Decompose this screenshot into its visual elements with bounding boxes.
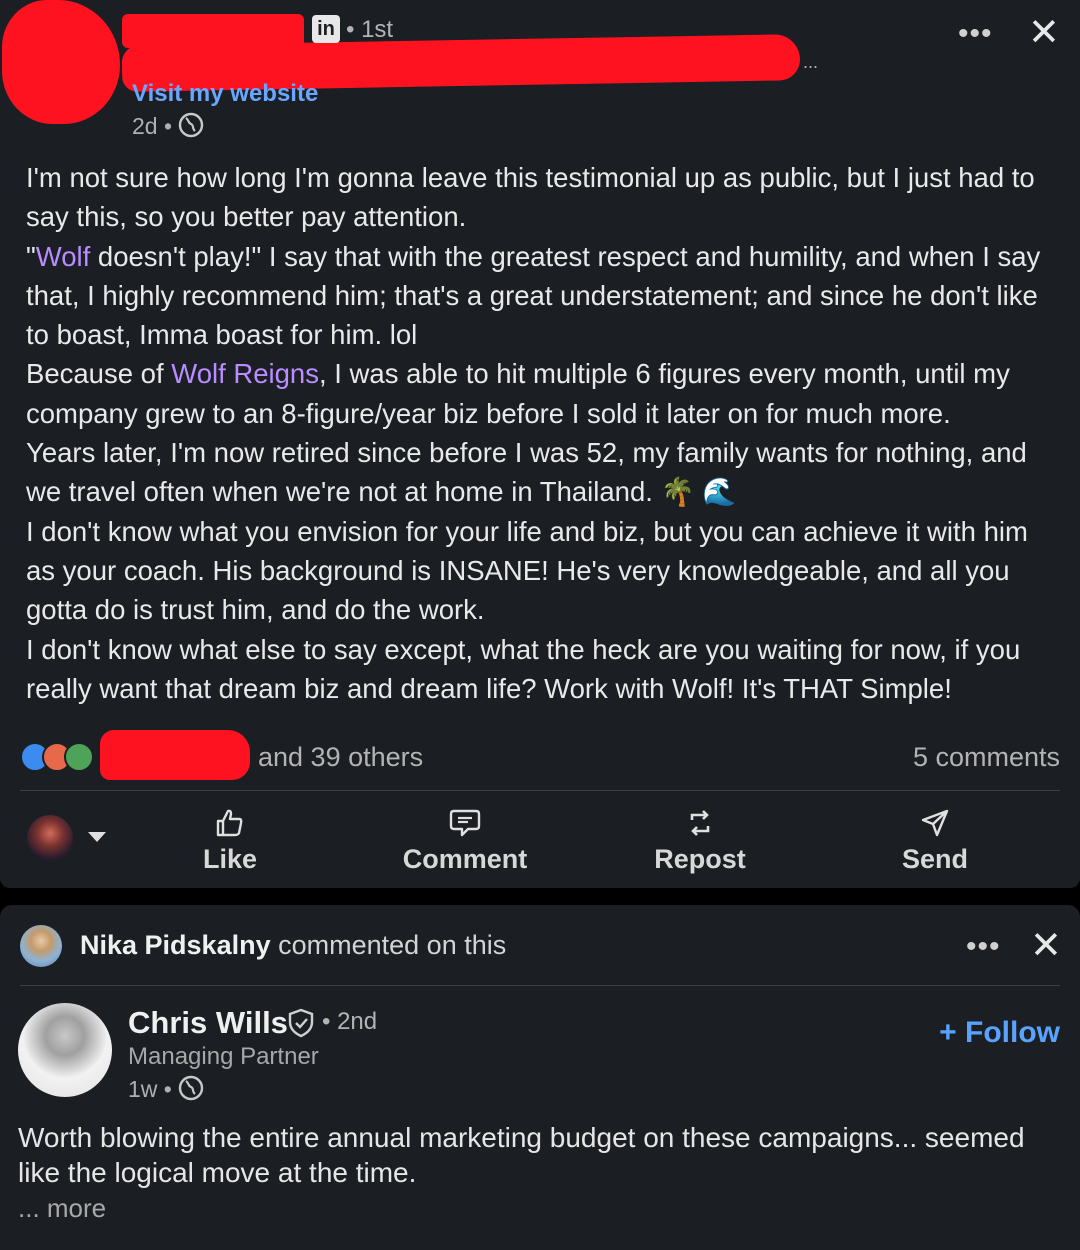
visit-website-link[interactable]: Visit my website — [132, 80, 318, 108]
comment-time: 1w • — [128, 1076, 172, 1103]
post-paragraph: Because of Wolf Reigns, I was able to hi… — [26, 358, 1010, 429]
comment-body: Worth blowing the entire annual marketin… — [18, 1122, 1025, 1188]
like-icon — [150, 806, 310, 840]
globe-icon — [178, 1075, 204, 1107]
divider — [20, 985, 1060, 986]
headline-truncation: ... — [803, 52, 819, 72]
divider — [20, 790, 1060, 791]
more-options-button[interactable]: ••• — [958, 19, 993, 49]
comment-icon — [385, 806, 545, 840]
redacted-reactor-name — [100, 730, 250, 780]
post-paragraph: I'm not sure how long I'm gonna leave th… — [26, 162, 1035, 233]
activity-header: Nika Pidskalny commented on this — [80, 930, 506, 961]
like-button[interactable]: Like — [150, 806, 310, 875]
comment-count[interactable]: 5 comments — [913, 742, 1060, 773]
send-label: Send — [901, 844, 968, 874]
actor-avatar[interactable] — [27, 815, 73, 861]
linkedin-icon: in — [312, 15, 340, 43]
connection-degree: • 2nd — [322, 1008, 378, 1035]
like-label: Like — [202, 844, 258, 874]
post-time: 2d • — [132, 113, 173, 140]
send-icon — [855, 806, 1015, 840]
chevron-down-icon[interactable] — [88, 832, 106, 842]
more-options-button[interactable]: ••• — [966, 932, 1001, 962]
follow-button[interactable]: + Follow — [939, 1016, 1060, 1050]
send-button[interactable]: Send — [855, 806, 1015, 875]
comment-button[interactable]: Comment — [385, 806, 545, 875]
close-button[interactable]: ✕ — [1030, 927, 1062, 965]
author-title: Managing Partner — [128, 1043, 319, 1070]
commenter-name[interactable]: Nika Pidskalny — [80, 930, 271, 960]
verified-icon — [286, 1008, 316, 1043]
post-paragraph: "Wolf doesn't play!" I say that with the… — [26, 240, 1041, 351]
connection-degree: • 1st — [346, 16, 394, 43]
mention-link[interactable]: Wolf Reigns — [171, 358, 319, 389]
post-body: I'm not sure how long I'm gonna leave th… — [26, 158, 1061, 708]
post-timestamp: 2d • — [132, 112, 204, 144]
activity-text: commented on this — [270, 930, 507, 960]
mention-link[interactable]: Wolf — [36, 241, 91, 272]
see-more-link[interactable]: ... more — [18, 1193, 106, 1224]
repost-label: Repost — [654, 844, 746, 874]
redacted-avatar — [2, 0, 120, 124]
author-name[interactable]: Chris Wills — [128, 1005, 288, 1041]
globe-icon — [178, 112, 204, 144]
author-avatar[interactable] — [18, 1003, 112, 1097]
post-card: in • 1st ... ••• ✕ Visit my website 2d •… — [0, 0, 1080, 888]
repost-button[interactable]: Repost — [620, 806, 780, 875]
comment-timestamp: 1w • — [128, 1075, 204, 1107]
post-paragraph: Years later, I'm now retired since befor… — [26, 437, 1027, 508]
post-paragraph: I don't know what else to say except, wh… — [26, 633, 1021, 704]
commenter-avatar[interactable] — [20, 925, 62, 967]
celebrate-reaction-icon — [64, 742, 94, 772]
close-button[interactable]: ✕ — [1028, 14, 1060, 52]
comment-label: Comment — [402, 844, 528, 874]
post-paragraph: I don't know what you envision for your … — [26, 515, 1028, 626]
repost-icon — [620, 806, 780, 840]
reaction-count[interactable]: and 39 others — [258, 742, 423, 773]
